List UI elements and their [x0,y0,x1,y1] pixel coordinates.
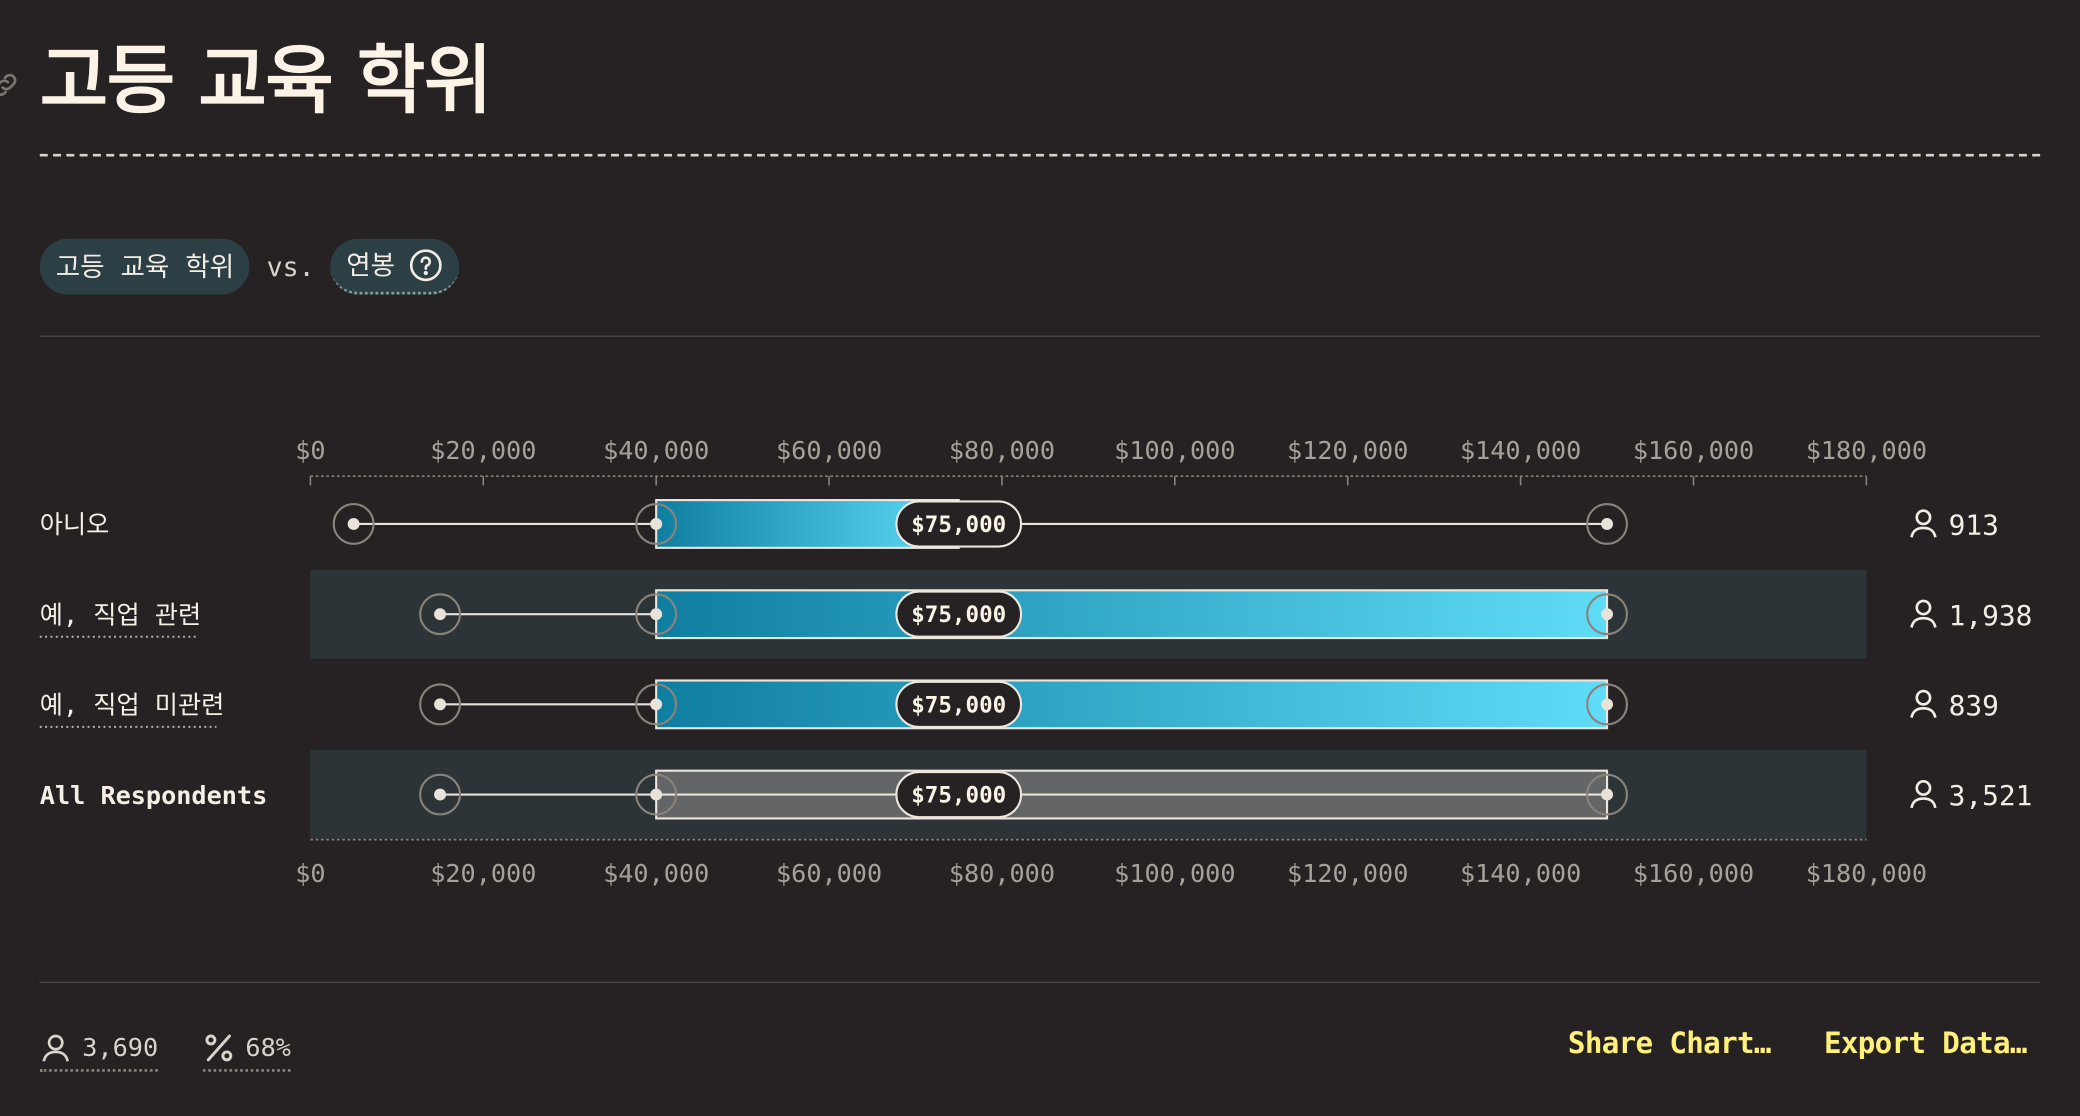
x-tick-label: $60,000 [776,859,882,888]
x-tick-label: $60,000 [776,436,882,465]
total-respondents-value: 3,690 [82,1033,159,1063]
whisker-marker-dot [434,788,447,801]
person-icon-body [1910,616,1937,628]
x-tick-label: $80,000 [949,436,1055,465]
response-rate-value: 68% [245,1033,291,1063]
row-label: All Respondents [40,781,267,810]
person-icon [42,1034,69,1062]
x-tick-label: $120,000 [1287,436,1408,465]
whisker-marker-dot [1601,788,1614,801]
secondary-question-chip[interactable]: 연봉 [330,238,459,295]
whisker-marker-dot [650,608,663,621]
x-tick-label: $180,000 [1806,859,1927,888]
chart-row: 예, 직업 미관련 $75,000 839 [39,679,1999,730]
row-count: 839 [1949,689,1999,722]
person-icon-head [1915,599,1932,616]
row-count: 3,521 [1949,779,2033,812]
person-icon [1910,509,1937,538]
x-tick-label: $40,000 [603,436,709,465]
whisker-marker-dot [650,517,663,530]
row-label: 아니오 [40,510,110,539]
person-icon-body [1910,797,1937,809]
x-tick-label: $100,000 [1114,859,1235,888]
row-label: 예, 직업 미관련 [40,691,225,720]
person-icon-head [1915,779,1932,796]
person-icon-body [1910,526,1937,538]
person-icon-body [1910,707,1937,718]
whisker-marker-dot [650,788,663,801]
salary-range-chart: $0 $20,000 $40,000 $60,000 $80,000 $100,000 $1… [39,436,2033,888]
export-data-link[interactable]: Export Data… [1824,1028,2028,1061]
chart-row: 아니오 $75,000 913 [40,499,1999,549]
iqr-bar [655,679,1609,730]
x-tick-label: $160,000 [1633,436,1754,465]
share-chart-link[interactable]: Share Chart… [1568,1028,1772,1061]
median-label: $75,000 [911,602,1006,628]
primary-question-chip[interactable]: 고등 교육 학위 [39,238,251,295]
x-tick-label: $20,000 [430,436,536,465]
person-icon [1910,689,1937,718]
whisker-marker-dot [434,698,447,711]
whisker-marker-dot [347,517,360,530]
median-label: $75,000 [911,783,1006,809]
link-icon[interactable] [0,69,21,101]
vs-label: vs. [266,250,315,283]
person-icon-head [1915,509,1932,526]
x-tick-label: $40,000 [603,859,709,888]
secondary-question-label: 연봉 [346,249,396,282]
x-tick-label: $120,000 [1287,859,1408,888]
whisker-marker-dot [650,698,663,711]
x-tick-label: $180,000 [1806,436,1927,465]
row-count: 1,938 [1949,599,2033,632]
person-icon [1910,779,1937,809]
x-tick-label: $140,000 [1460,859,1581,888]
divider-top [39,335,2041,337]
median-label: $75,000 [911,692,1006,718]
divider-bottom [39,981,2041,983]
x-tick-label: $80,000 [949,859,1055,888]
chart-page: 고등 교육 학위 고등 교육 학위 vs. 연봉 $0 $20,000 $40,00… [0,0,2080,1116]
person-icon-head [1915,689,1932,706]
row-count: 913 [1949,509,1999,542]
page-title: 고등 교육 학위 [39,38,493,125]
whisker-marker-dot [1601,608,1614,621]
whisker-marker-dot [1601,517,1614,530]
whisker-marker-dot [434,608,447,621]
percent-icon [205,1034,233,1062]
response-rate[interactable]: 68% [202,1027,291,1072]
title-divider [39,153,2041,157]
median-label: $75,000 [911,512,1006,538]
help-icon[interactable] [408,248,442,282]
total-respondents[interactable]: 3,690 [39,1027,159,1072]
x-tick-label: $0 [295,859,325,888]
x-tick-label: $160,000 [1633,859,1754,888]
person-icon [1910,599,1937,628]
row-label: 예, 직업 관련 [40,600,201,629]
x-tick-label: $140,000 [1460,436,1581,465]
primary-question-label: 고등 교육 학위 [55,250,235,283]
iqr-bar [655,589,1609,640]
x-tick-label: $100,000 [1114,436,1235,465]
x-tick-label: $0 [295,436,325,465]
x-tick-label: $20,000 [430,859,536,888]
whisker-marker-dot [1601,698,1614,711]
